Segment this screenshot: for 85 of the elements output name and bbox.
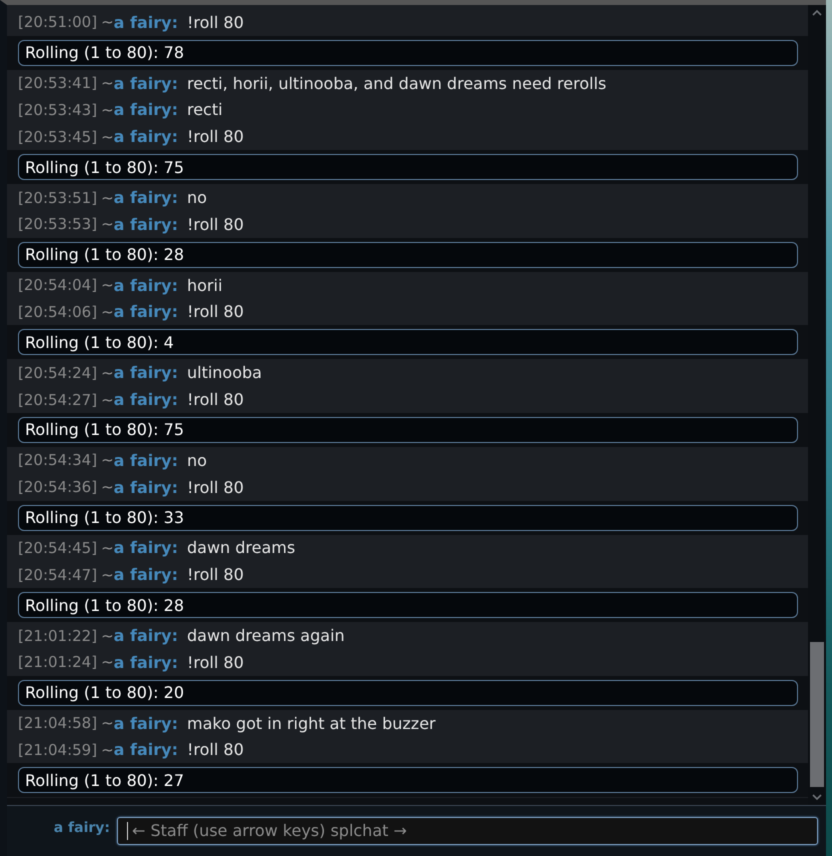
message-text: dawn dreams again bbox=[186, 626, 345, 646]
message-timestamp: [21:04:58] bbox=[18, 714, 98, 732]
user-rank: ~ bbox=[101, 13, 114, 32]
message-text: no bbox=[186, 188, 207, 208]
user-rank: ~ bbox=[101, 390, 114, 409]
message-timestamp: [20:53:43] bbox=[18, 100, 98, 119]
roll-result: Rolling (1 to 80): 33 bbox=[18, 504, 798, 531]
username[interactable]: a fairy: bbox=[114, 363, 178, 382]
user-rank: ~ bbox=[101, 276, 114, 294]
username[interactable]: a fairy: bbox=[114, 450, 178, 470]
message-timestamp: [20:54:36] bbox=[18, 478, 98, 496]
message-timestamp: [20:54:06] bbox=[18, 302, 98, 321]
message-input[interactable]: ← Staff (use arrow keys) splchat → bbox=[117, 816, 818, 844]
message-text: !roll 80 bbox=[186, 214, 244, 234]
message-timestamp: [20:54:47] bbox=[18, 566, 98, 584]
roll-result: Rolling (1 to 80): 28 bbox=[18, 592, 798, 618]
user-rank: ~ bbox=[101, 653, 114, 672]
message-text: !roll 80 bbox=[186, 12, 244, 32]
roll-result: Rolling (1 to 80): 4 bbox=[18, 329, 798, 356]
roll-result: Rolling (1 to 80): 20 bbox=[18, 680, 798, 706]
username[interactable]: a fairy: bbox=[114, 565, 178, 584]
username[interactable]: a fairy: bbox=[114, 214, 178, 234]
message-timestamp: [20:51:00] bbox=[18, 13, 98, 32]
message-text: recti bbox=[186, 100, 223, 120]
user-rank: ~ bbox=[101, 566, 114, 584]
roll-result: Rolling (1 to 80): 27 bbox=[18, 767, 798, 794]
scrollbar-thumb[interactable] bbox=[810, 642, 824, 787]
roll-result: Rolling (1 to 80): 75 bbox=[18, 154, 798, 180]
username[interactable]: a fairy: bbox=[114, 390, 178, 410]
user-rank: ~ bbox=[101, 451, 114, 470]
username[interactable]: a fairy: bbox=[114, 74, 178, 93]
username[interactable]: a fairy: bbox=[114, 626, 178, 646]
message-timestamp: [20:54:45] bbox=[18, 538, 98, 557]
composer-username: a fairy: bbox=[52, 820, 110, 836]
username[interactable]: a fairy: bbox=[114, 478, 178, 497]
message-text: ultinooba bbox=[186, 363, 262, 382]
message-text: !roll 80 bbox=[186, 127, 244, 146]
message-text: recti, horii, ultinooba, and dawn dreams need rerolls bbox=[186, 74, 606, 93]
message-timestamp: [20:53:51] bbox=[18, 188, 98, 207]
username[interactable]: a fairy: bbox=[114, 714, 178, 733]
message-text: !roll 80 bbox=[186, 652, 244, 672]
username[interactable]: a fairy: bbox=[114, 127, 178, 146]
user-rank: ~ bbox=[101, 302, 114, 321]
user-rank: ~ bbox=[101, 188, 114, 207]
message-text: horii bbox=[186, 276, 222, 295]
username[interactable]: a fairy: bbox=[114, 740, 178, 760]
user-rank: ~ bbox=[101, 626, 114, 645]
message-text: !roll 80 bbox=[186, 302, 244, 322]
message-timestamp: [20:54:27] bbox=[18, 390, 98, 409]
message-timestamp: [20:53:45] bbox=[18, 128, 98, 146]
message-text: no bbox=[186, 450, 207, 470]
message-timestamp: [21:04:59] bbox=[18, 740, 98, 759]
message-text: !roll 80 bbox=[186, 478, 244, 497]
message-text: mako got in right at the buzzer bbox=[186, 714, 436, 733]
message-timestamp: [21:01:24] bbox=[18, 653, 98, 672]
message-text: !roll 80 bbox=[186, 740, 244, 760]
user-rank: ~ bbox=[101, 100, 114, 119]
message-text: dawn dreams bbox=[186, 538, 296, 558]
username[interactable]: a fairy: bbox=[114, 652, 178, 672]
roll-result: Rolling (1 to 80): 78 bbox=[18, 40, 798, 66]
message-timestamp: [20:53:41] bbox=[18, 74, 98, 92]
message-timestamp: [21:01:22] bbox=[18, 626, 98, 645]
username[interactable]: a fairy: bbox=[114, 100, 178, 120]
user-rank: ~ bbox=[101, 215, 114, 234]
user-rank: ~ bbox=[101, 538, 114, 557]
message-timestamp: [20:54:34] bbox=[18, 451, 98, 470]
username[interactable]: a fairy: bbox=[114, 538, 178, 558]
user-rank: ~ bbox=[101, 714, 114, 732]
roll-result: Rolling (1 to 80): 75 bbox=[18, 416, 798, 443]
roll-result: Rolling (1 to 80): 28 bbox=[18, 242, 798, 268]
user-rank: ~ bbox=[101, 74, 114, 92]
user-rank: ~ bbox=[101, 128, 114, 146]
user-rank: ~ bbox=[101, 364, 114, 382]
message-timestamp: [20:54:24] bbox=[18, 364, 98, 382]
text-cursor-icon bbox=[127, 822, 128, 840]
message-text: !roll 80 bbox=[186, 565, 244, 584]
user-rank: ~ bbox=[101, 478, 114, 496]
username[interactable]: a fairy: bbox=[114, 276, 178, 295]
user-rank: ~ bbox=[101, 740, 114, 759]
message-timestamp: [20:53:53] bbox=[18, 215, 98, 234]
username[interactable]: a fairy: bbox=[114, 302, 178, 322]
message-timestamp: [20:54:04] bbox=[18, 276, 98, 294]
message-text: !roll 80 bbox=[186, 390, 244, 410]
username[interactable]: a fairy: bbox=[114, 12, 178, 32]
username[interactable]: a fairy: bbox=[114, 188, 178, 208]
